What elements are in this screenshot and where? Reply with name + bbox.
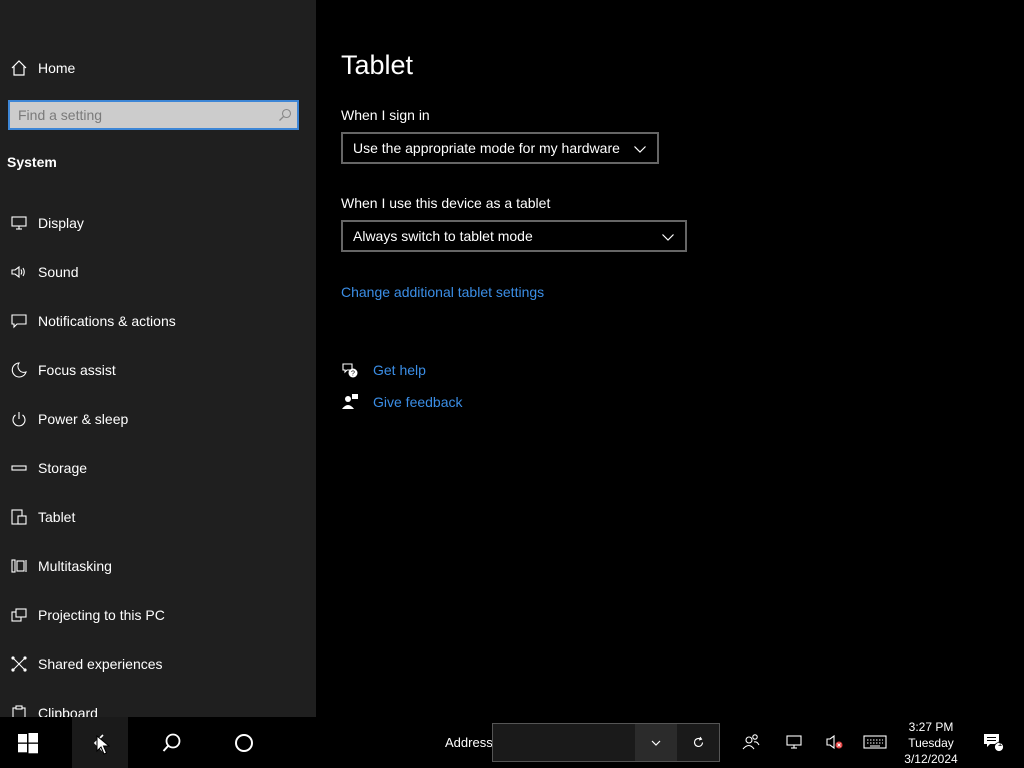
clipboard-icon <box>0 704 38 717</box>
tablet-use-label: When I use this device as a tablet <box>341 195 551 211</box>
tablet-mode-value: Always switch to tablet mode <box>353 228 533 244</box>
home-icon <box>0 59 38 77</box>
home-label: Home <box>38 60 76 76</box>
sidebar-item-projecting[interactable]: Projecting to this PC <box>0 590 316 639</box>
sidebar-item-label: Focus assist <box>38 361 116 378</box>
moon-icon <box>0 361 38 379</box>
search-taskbar-button[interactable] <box>144 717 200 768</box>
address-toolbar <box>492 723 720 762</box>
message-icon <box>0 312 38 330</box>
tablet-mode-dropdown[interactable]: Always switch to tablet mode <box>341 220 687 252</box>
action-center-button[interactable]: 1 <box>982 731 1004 753</box>
sidebar-item-label: Multitasking <box>38 557 112 574</box>
notification-count-badge: 1 <box>997 739 1003 748</box>
monitor-icon <box>0 214 38 232</box>
shared-icon <box>0 655 38 673</box>
people-icon[interactable] <box>740 731 762 753</box>
network-icon[interactable] <box>784 731 806 753</box>
sidebar-item-display[interactable]: Display <box>0 198 316 247</box>
clock-date: 3/12/2024 <box>904 752 958 766</box>
sidebar-item-label: Power & sleep <box>38 410 129 427</box>
windows-logo-icon <box>18 732 38 753</box>
signin-mode-value: Use the appropriate mode for my hardware <box>353 140 620 156</box>
change-additional-tablet-settings-link[interactable]: Change additional tablet settings <box>341 284 544 300</box>
sidebar-item-notifications[interactable]: Notifications & actions <box>0 296 316 345</box>
sidebar-item-label: Display <box>38 214 84 231</box>
sidebar-item-power-sleep[interactable]: Power & sleep <box>0 394 316 443</box>
start-button[interactable] <box>0 717 56 768</box>
clock[interactable]: 3:27 PM Tuesday 3/12/2024 <box>896 719 966 767</box>
get-help-row[interactable]: ? Get help <box>341 361 426 379</box>
system-nav-list: Display Sound Notifications & actions Fo… <box>0 198 316 717</box>
clock-day: Tuesday <box>908 736 954 750</box>
give-feedback-row[interactable]: Give feedback <box>341 393 463 411</box>
sidebar-item-focus-assist[interactable]: Focus assist <box>0 345 316 394</box>
sidebar-item-storage[interactable]: Storage <box>0 443 316 492</box>
chevron-down-icon <box>634 146 646 153</box>
sidebar-item-shared-experiences[interactable]: Shared experiences <box>0 639 316 688</box>
projecting-icon <box>0 606 38 624</box>
sidebar-item-sound[interactable]: Sound <box>0 247 316 296</box>
signin-mode-dropdown[interactable]: Use the appropriate mode for my hardware <box>341 132 659 164</box>
sidebar-item-label: Storage <box>38 459 88 476</box>
sidebar-item-label: Sound <box>38 263 79 280</box>
refresh-icon <box>693 736 703 748</box>
search-box[interactable] <box>8 100 299 130</box>
sidebar-item-label: Tablet <box>38 508 76 525</box>
cortana-circle-icon <box>235 733 253 752</box>
address-toolbar-label: Address <box>445 735 493 750</box>
search-input[interactable] <box>10 102 273 128</box>
sidebar-item-label: Clipboard <box>38 704 98 718</box>
settings-sidebar: Home System Display Sound Notifications … <box>0 0 316 717</box>
clock-time: 3:27 PM <box>908 720 954 734</box>
sidebar-item-tablet[interactable]: Tablet <box>0 492 316 541</box>
address-refresh-button[interactable] <box>677 724 719 761</box>
sidebar-item-label: Projecting to this PC <box>38 606 165 623</box>
sidebar-item-label: Shared experiences <box>38 655 163 672</box>
search-icon <box>162 733 181 752</box>
search-icon[interactable] <box>273 108 297 122</box>
page-title: Tablet <box>341 50 414 80</box>
chevron-down-icon <box>662 234 674 241</box>
taskbar: Address 3:27 PM Tuesday 3/12/2024 1 <box>0 717 1024 768</box>
tablet-icon <box>0 508 38 526</box>
volume-muted-icon[interactable] <box>824 731 846 753</box>
power-icon <box>0 410 38 428</box>
sidebar-item-clipboard[interactable]: Clipboard <box>0 688 316 717</box>
give-feedback-link[interactable]: Give feedback <box>373 394 463 410</box>
address-dropdown-button[interactable] <box>635 724 677 761</box>
mouse-cursor-icon <box>96 735 110 755</box>
svg-text:?: ? <box>351 371 355 378</box>
touch-keyboard-icon[interactable] <box>862 731 888 753</box>
home-nav-item[interactable]: Home <box>0 52 316 84</box>
cortana-button[interactable] <box>216 717 272 768</box>
storage-icon <box>0 459 38 477</box>
sidebar-item-multitasking[interactable]: Multitasking <box>0 541 316 590</box>
multitasking-icon <box>0 557 38 575</box>
section-title-system: System <box>7 154 57 170</box>
signin-label: When I sign in <box>341 107 430 123</box>
get-help-link[interactable]: Get help <box>373 362 426 378</box>
address-input[interactable] <box>495 726 637 761</box>
sidebar-item-label: Notifications & actions <box>38 312 176 329</box>
help-chat-icon: ? <box>342 363 358 378</box>
feedback-person-icon <box>342 394 358 409</box>
chevron-down-icon <box>651 740 661 746</box>
speaker-icon <box>0 263 38 281</box>
